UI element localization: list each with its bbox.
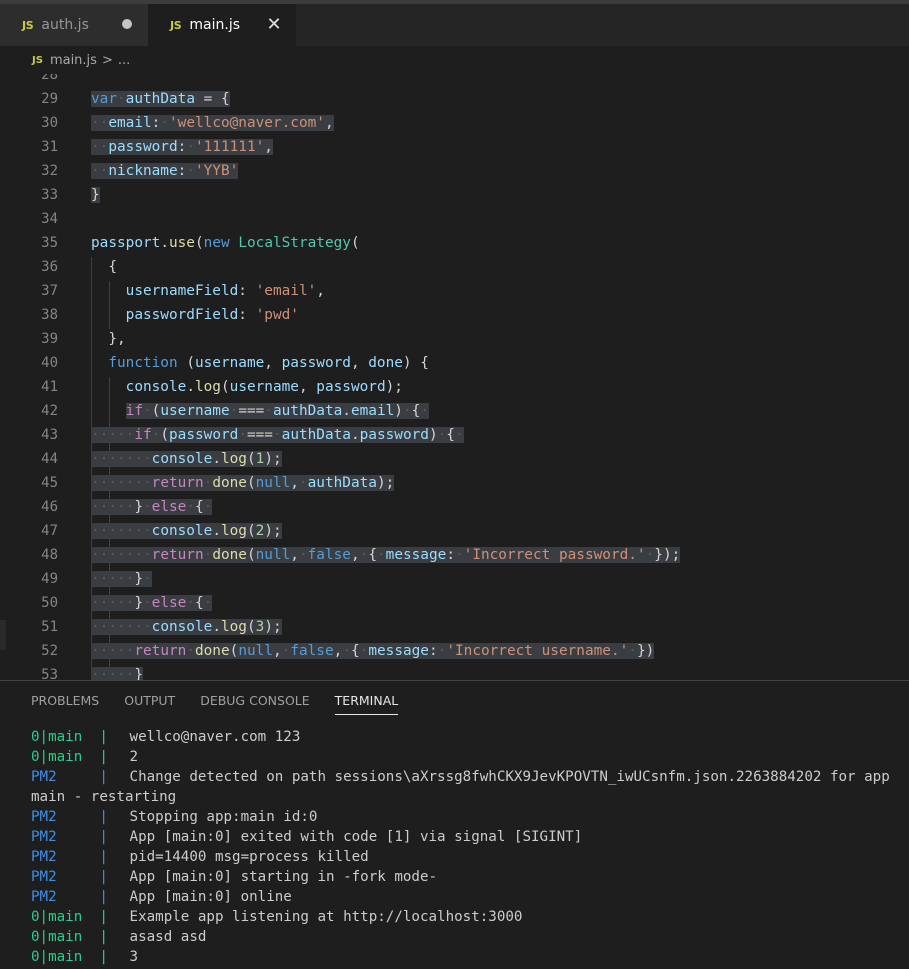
line-number: 46 [41, 499, 58, 515]
code-line: 39 }, [0, 327, 909, 351]
javascript-file-icon: JS [22, 18, 34, 32]
terminal-line: 0|main | wellco@naver.com 123 [31, 729, 301, 745]
breadcrumb-symbol[interactable]: ... [118, 53, 130, 68]
code-line: 42 if·(username·===·authData.email)·{· [0, 399, 909, 423]
terminal-line: 0|main | 2 [31, 749, 139, 765]
chevron-right-icon: > [101, 52, 113, 68]
line-number: 53 [41, 667, 58, 680]
code-line: 36 { [0, 255, 909, 279]
code-line: 28 [0, 74, 909, 87]
tab-label: main.js [189, 17, 241, 33]
terminal-line: PM2 | App [main:0] starting in -fork mod… [31, 869, 438, 885]
line-number: 42 [41, 403, 58, 419]
line-number: 31 [41, 139, 58, 155]
code-line: 41 console.log(username, password); [0, 375, 909, 399]
line-number: 34 [41, 211, 58, 227]
code-line: 44 ·······console.log(1); [0, 447, 909, 471]
tab-main-js[interactable]: JS main.js ✕ [148, 4, 296, 46]
breadcrumb-file[interactable]: main.js [50, 53, 97, 68]
terminal-output[interactable]: 0|main | wellco@naver.com 123 0|main | 2… [31, 727, 891, 967]
code-line: 32 ··nickname:·'YYB' [0, 159, 909, 183]
line-number: 48 [41, 547, 58, 563]
line-number: 47 [41, 523, 58, 539]
scrollbar[interactable] [0, 620, 6, 650]
line-number: 38 [41, 307, 58, 323]
code-line: 29 var·authData = { [0, 87, 909, 111]
line-number: 41 [41, 379, 58, 395]
line-number: 28 [41, 74, 58, 83]
panel-tab-bar: PROBLEMS OUTPUT DEBUG CONSOLE TERMINAL [31, 693, 399, 715]
terminal-line: PM2 | App [main:0] exited with code [1] … [31, 829, 583, 845]
bottom-panel: PROBLEMS OUTPUT DEBUG CONSOLE TERMINAL 0… [0, 680, 909, 969]
close-icon[interactable]: ✕ [264, 14, 284, 35]
code-line: 40 function (username, password, done) { [0, 351, 909, 375]
tab-terminal[interactable]: TERMINAL [334, 693, 399, 715]
tab-auth-js[interactable]: JS auth.js [0, 4, 148, 46]
terminal-line: PM2 | Stopping app:main id:0 [31, 809, 318, 825]
code-line: 50 ·····}·else·{· [0, 591, 909, 615]
code-line: 37 usernameField: 'email', [0, 279, 909, 303]
line-number: 50 [41, 595, 58, 611]
code-line: 53 ·····} [0, 663, 909, 680]
code-line: 30 ··email:·'wellco@naver.com', [0, 111, 909, 135]
line-number: 52 [41, 643, 58, 659]
code-line: 33 } [0, 183, 909, 207]
breadcrumb: JS main.js > ... [0, 46, 909, 74]
line-number: 43 [41, 427, 58, 443]
code-line: 51 ·······console.log(3); [0, 615, 909, 639]
terminal-line: 0|main | Example app listening at http:/… [31, 909, 523, 925]
code-line: 38 passwordField: 'pwd' [0, 303, 909, 327]
terminal-line: 0|main | 3 [31, 949, 139, 965]
code-line: 48 ·······return·done(null,·false,·{·mes… [0, 543, 909, 567]
code-line: 35 passport.use(new LocalStrategy( [0, 231, 909, 255]
code-line: 45 ·······return·done(null,·authData); [0, 471, 909, 495]
code-line: 46 ·····}·else·{· [0, 495, 909, 519]
code-line: 49 ·····}· [0, 567, 909, 591]
code-line: 31 ··password:·'111111', [0, 135, 909, 159]
line-number: 35 [41, 235, 58, 251]
line-number: 40 [41, 355, 58, 371]
code-line: 52 ·····return·done(null,·false,·{·messa… [0, 639, 909, 663]
tab-debug-console[interactable]: DEBUG CONSOLE [200, 693, 309, 715]
tab-problems[interactable]: PROBLEMS [31, 693, 99, 715]
terminal-line: PM2 | pid=14400 msg=process killed [31, 849, 369, 865]
line-number: 37 [41, 283, 58, 299]
code-editor[interactable]: 28 29 var·authData = { 30 ··email:·'well… [0, 74, 909, 680]
editor-tab-bar: JS auth.js JS main.js ✕ [0, 4, 909, 46]
line-number: 49 [41, 571, 58, 587]
tab-label: auth.js [41, 17, 89, 33]
line-number: 45 [41, 475, 58, 491]
terminal-line: PM2 | Change detected on path sessions\a… [31, 769, 890, 805]
javascript-file-icon: JS [170, 18, 182, 32]
line-number: 29 [41, 91, 58, 107]
terminal-line: PM2 | App [main:0] online [31, 889, 292, 905]
unsaved-dot-icon[interactable] [122, 19, 132, 29]
javascript-file-icon: JS [32, 54, 43, 66]
line-number: 36 [41, 259, 58, 275]
line-number: 32 [41, 163, 58, 179]
code-line: 34 [0, 207, 909, 231]
code-line: 43 ·····if·(password·===·authData.passwo… [0, 423, 909, 447]
line-number: 30 [41, 115, 58, 131]
line-number: 51 [41, 619, 58, 635]
tab-output[interactable]: OUTPUT [124, 693, 175, 715]
code-line: 47 ·······console.log(2); [0, 519, 909, 543]
line-number: 44 [41, 451, 58, 467]
line-number: 39 [41, 331, 58, 347]
terminal-line: 0|main | asasd asd [31, 929, 207, 945]
line-number: 33 [41, 187, 58, 203]
